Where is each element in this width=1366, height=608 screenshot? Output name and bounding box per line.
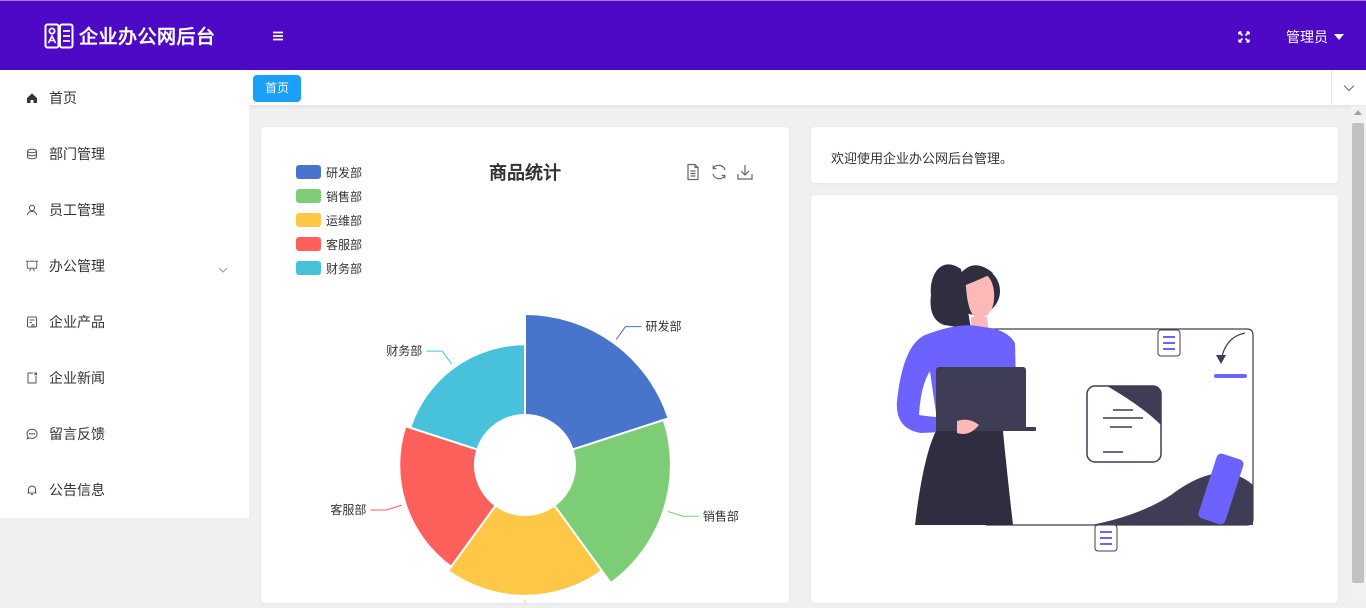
sidebar-item-employees[interactable]: 员工管理 <box>0 182 249 238</box>
legend-label: 财务部 <box>326 261 363 276</box>
caret-down-icon <box>1334 34 1344 40</box>
sidebar-item-label: 留言反馈 <box>49 426 105 442</box>
scroll-up-icon[interactable] <box>1354 110 1362 115</box>
chart-toolbox <box>684 163 762 181</box>
presentation-icon <box>25 259 39 273</box>
sidebar-item-label: 办公管理 <box>49 258 105 274</box>
user-name: 管理员 <box>1286 29 1328 45</box>
sidebar-item-products[interactable]: 企业产品 <box>0 294 249 350</box>
chevron-down-icon <box>218 260 228 276</box>
scrollbar-thumb[interactable] <box>1352 123 1364 583</box>
user-icon <box>25 203 39 217</box>
home-icon <box>25 91 39 105</box>
top-header: 企业办公网后台 管理员 <box>0 0 1366 70</box>
news-icon <box>25 371 39 385</box>
legend-item[interactable]: 客服部 <box>296 232 362 256</box>
data-label: 销售部 <box>703 508 739 523</box>
sidebar-item-news[interactable]: 企业新闻 <box>0 350 249 406</box>
sidebar-item-announcements[interactable]: 公告信息 <box>0 462 249 518</box>
legend-item[interactable]: 财务部 <box>296 256 362 280</box>
sidebar-item-label: 员工管理 <box>49 202 105 218</box>
data-label: 财务部 <box>386 343 422 358</box>
chart-legend: 研发部销售部运维部客服部财务部 <box>296 160 362 280</box>
legend-swatch <box>296 213 321 227</box>
product-icon <box>25 315 39 329</box>
message-icon <box>25 427 39 441</box>
fullscreen-button[interactable] <box>1238 30 1250 48</box>
legend-label: 运维部 <box>326 213 363 228</box>
label-line <box>370 504 402 511</box>
rose-sector[interactable] <box>409 343 526 451</box>
data-label: 研发部 <box>646 319 682 334</box>
legend-swatch <box>296 189 321 203</box>
sidebar-item-home[interactable]: 首页 <box>0 70 249 126</box>
hamburger-icon <box>273 31 283 41</box>
bell-icon <box>25 483 39 497</box>
sidebar-item-departments[interactable]: 部门管理 <box>0 126 249 182</box>
app-logo[interactable]: 企业办公网后台 <box>44 22 216 49</box>
legend-label: 销售部 <box>326 189 363 204</box>
label-line <box>615 326 642 340</box>
menu-toggle-button[interactable] <box>272 29 284 47</box>
logo-icon <box>44 23 74 49</box>
vertical-scrollbar[interactable] <box>1350 106 1366 603</box>
chevron-down-icon <box>1343 85 1355 92</box>
illustration-card <box>811 195 1338 603</box>
sidebar-item-feedback[interactable]: 留言反馈 <box>0 406 249 462</box>
tab-bar: 首页 <box>249 70 1366 106</box>
user-menu[interactable]: 管理员 <box>1286 27 1344 47</box>
welcome-text: 欢迎使用企业办公网后台管理。 <box>831 151 1014 166</box>
legend-item[interactable]: 销售部 <box>296 184 362 208</box>
legend-swatch <box>296 261 321 275</box>
data-label: 客服部 <box>330 502 366 517</box>
refresh-icon[interactable] <box>710 163 728 181</box>
legend-label: 研发部 <box>326 165 363 180</box>
chart-card: 研发部销售部运维部客服部财务部 商品统计 研发部销售部运维部客服部财务部 <box>261 127 789 603</box>
sidebar: 首页 部门管理 员工管理 办公管理 企业产品 企业新闻 留言反馈 公告信息 <box>0 70 249 518</box>
download-icon[interactable] <box>736 163 754 181</box>
sidebar-item-office[interactable]: 办公管理 <box>0 238 249 294</box>
legend-swatch <box>296 237 321 251</box>
tab-options-button[interactable] <box>1331 70 1366 106</box>
sidebar-item-label: 首页 <box>49 90 77 106</box>
app-title: 企业办公网后台 <box>79 27 216 48</box>
sidebar-item-label: 公告信息 <box>49 482 105 498</box>
legend-label: 客服部 <box>326 237 363 252</box>
legend-item[interactable]: 研发部 <box>296 160 362 184</box>
fullscreen-icon <box>1238 31 1250 43</box>
tab-home[interactable]: 首页 <box>253 75 302 102</box>
sidebar-item-label: 部门管理 <box>49 146 105 162</box>
woman-with-laptop-illustration <box>896 264 1254 552</box>
sidebar-item-label: 企业产品 <box>49 314 105 330</box>
label-line <box>667 510 699 517</box>
welcome-card: 欢迎使用企业办公网后台管理。 <box>811 127 1338 183</box>
legend-swatch <box>296 165 321 179</box>
legend-item[interactable]: 运维部 <box>296 208 362 232</box>
database-icon <box>25 147 39 161</box>
sidebar-item-label: 企业新闻 <box>49 370 105 386</box>
data-view-icon[interactable] <box>684 163 702 181</box>
label-line <box>426 350 453 365</box>
